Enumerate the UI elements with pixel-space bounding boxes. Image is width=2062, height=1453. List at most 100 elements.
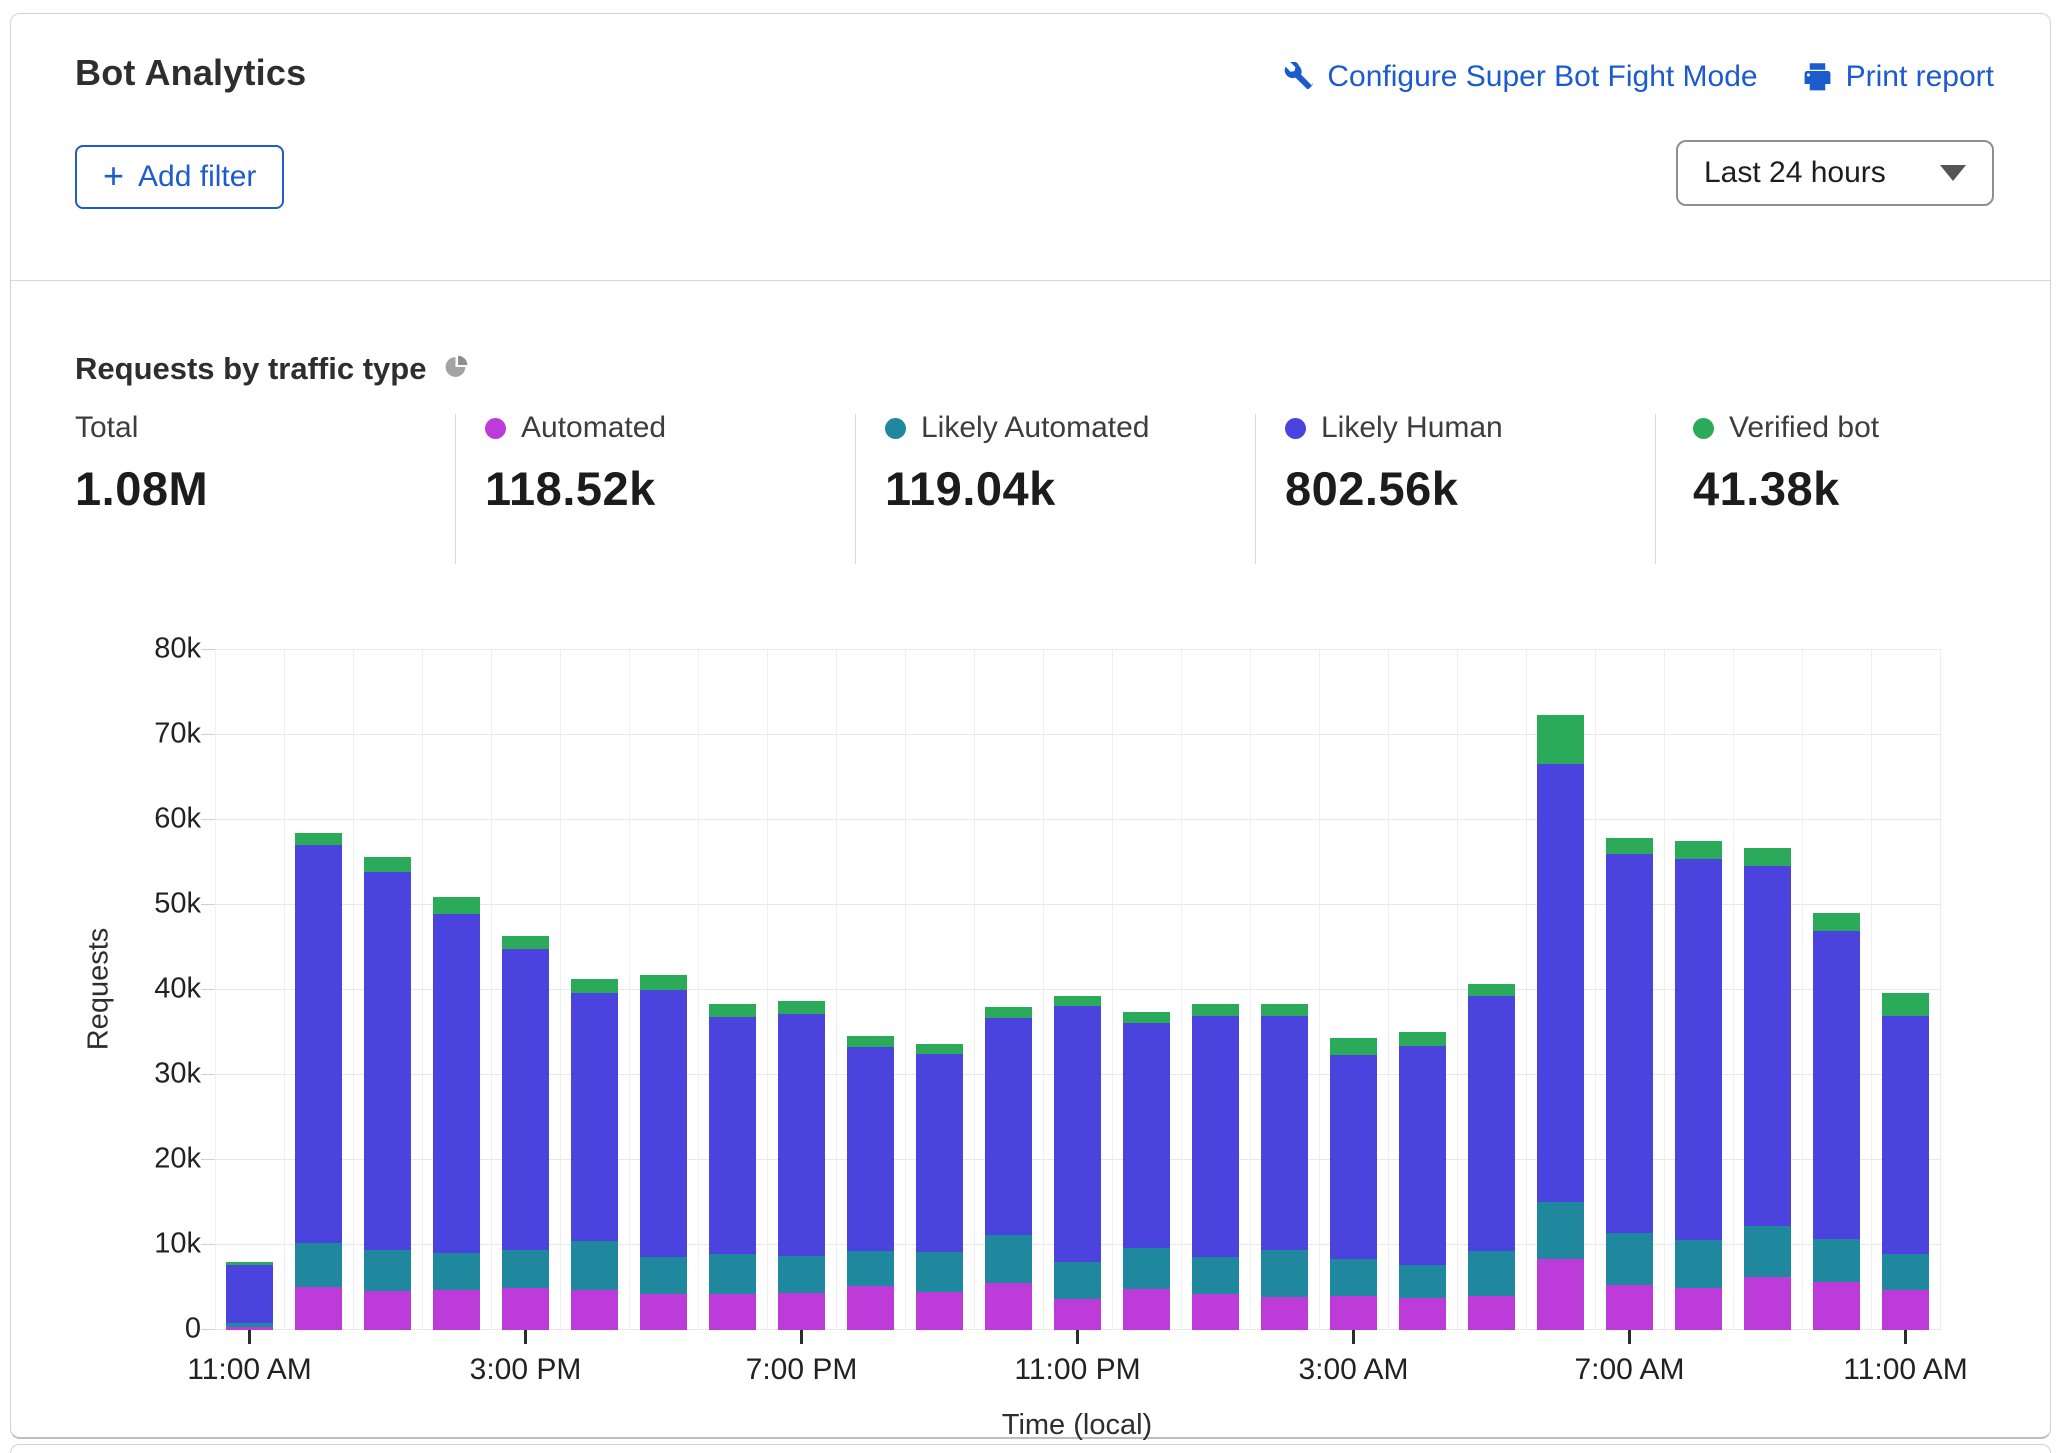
stacked-bar-400pm[interactable] [571, 979, 618, 1330]
segment-automated [1744, 1277, 1791, 1330]
segment-likely-human [295, 845, 342, 1244]
bot-analytics-card: Bot Analytics Configure Super Bot Fight … [10, 13, 2051, 1439]
stacked-bar-500pm[interactable] [640, 975, 687, 1330]
segment-likely-human [985, 1018, 1032, 1235]
segment-likely-human [778, 1014, 825, 1256]
chevron-down-icon [1940, 165, 1966, 181]
stat-divider [1655, 414, 1656, 564]
bar-slot [1526, 650, 1595, 1330]
x-axis-title: Time (local) [1002, 1409, 1152, 1442]
segment-automated [1330, 1296, 1377, 1330]
stacked-bar-1100am[interactable] [226, 1262, 273, 1330]
x-tick-label: 11:00 PM [1014, 1353, 1140, 1387]
time-range-select[interactable]: Last 24 hours [1676, 140, 1994, 206]
y-tick-label: 60k [121, 803, 201, 836]
bar-slot [215, 650, 284, 1330]
x-tick-mark [524, 1330, 527, 1344]
stacked-bar-1200am[interactable] [1123, 1012, 1170, 1330]
y-tick-mark [201, 734, 215, 735]
stacked-bar-700am[interactable] [1606, 838, 1653, 1330]
segment-likely-human [1330, 1055, 1377, 1259]
segment-automated [1054, 1299, 1101, 1330]
segment-likely-human [226, 1265, 273, 1324]
segment-automated [571, 1290, 618, 1330]
stat-value: 802.56k [1285, 461, 1503, 516]
segment-verified-bot [1813, 913, 1860, 931]
stacked-bar-200pm[interactable] [433, 897, 480, 1330]
chart-bars [215, 650, 1940, 1330]
add-filter-button[interactable]: + Add filter [75, 145, 284, 209]
configure-link-label: Configure Super Bot Fight Mode [1327, 60, 1757, 94]
segment-likely-human [1192, 1016, 1239, 1257]
y-tick-label: 40k [121, 973, 201, 1006]
segment-verified-bot [1537, 715, 1584, 764]
stacked-bar-800pm[interactable] [847, 1036, 894, 1330]
segment-likely-human [502, 949, 549, 1250]
y-tick-mark [201, 989, 215, 990]
stacked-bar-200am[interactable] [1261, 1004, 1308, 1330]
segment-automated [1468, 1296, 1515, 1330]
segment-automated [1606, 1285, 1653, 1330]
stacked-bar-900pm[interactable] [916, 1044, 963, 1330]
segment-verified-bot [1606, 838, 1653, 854]
segment-likely-automated [1606, 1233, 1653, 1285]
stacked-bar-1100pm[interactable] [1054, 996, 1101, 1330]
stacked-bar-600pm[interactable] [709, 1004, 756, 1330]
segment-likely-automated [1813, 1239, 1860, 1282]
segment-likely-automated [847, 1251, 894, 1286]
stacked-bar-1000pm[interactable] [985, 1007, 1032, 1330]
segment-likely-human [709, 1017, 756, 1253]
segment-likely-human [1882, 1016, 1929, 1255]
stacked-bar-1100am[interactable] [1882, 993, 1929, 1330]
segment-verified-bot [433, 897, 480, 913]
stacked-bar-1200pm[interactable] [295, 833, 342, 1330]
stacked-bar-800am[interactable] [1675, 841, 1722, 1330]
add-filter-label: Add filter [138, 160, 256, 194]
segment-likely-automated [1882, 1254, 1929, 1290]
segment-likely-human [364, 872, 411, 1250]
stat-likely-automated: Likely Automated119.04k [885, 411, 1149, 516]
page-title: Bot Analytics [75, 52, 306, 94]
x-tick-label: 7:00 PM [746, 1353, 858, 1387]
segment-likely-human [916, 1054, 963, 1252]
x-tick-mark [1352, 1330, 1355, 1344]
segment-automated [1123, 1289, 1170, 1330]
stat-divider [455, 414, 456, 564]
segment-likely-human [1537, 764, 1584, 1202]
stacked-bar-700pm[interactable] [778, 1001, 825, 1330]
stat-automated: Automated118.52k [485, 411, 666, 516]
stacked-bar-400am[interactable] [1399, 1032, 1446, 1330]
y-tick-mark [201, 1074, 215, 1075]
y-axis-title: Requests [83, 928, 116, 1051]
header-links: Configure Super Bot Fight Mode Print rep… [1283, 60, 1994, 94]
y-tick-mark [201, 1159, 215, 1160]
stacked-bar-1000am[interactable] [1813, 913, 1860, 1330]
stacked-bar-300am[interactable] [1330, 1038, 1377, 1330]
stacked-bar-100pm[interactable] [364, 857, 411, 1330]
stacked-bar-600am[interactable] [1537, 715, 1584, 1330]
x-tick-label: 11:00 AM [1843, 1353, 1968, 1387]
next-card-top-edge [10, 1444, 2051, 1453]
chart-plot-area [215, 649, 1941, 1330]
stat-value: 41.38k [1693, 461, 1879, 516]
segment-likely-human [433, 914, 480, 1253]
segment-likely-human [1261, 1016, 1308, 1250]
stacked-bar-100am[interactable] [1192, 1004, 1239, 1330]
segment-likely-automated [1261, 1250, 1308, 1297]
segment-likely-human [1054, 1006, 1101, 1262]
segment-likely-automated [433, 1253, 480, 1290]
print-report-link[interactable]: Print report [1802, 60, 1994, 94]
segment-likely-automated [985, 1235, 1032, 1283]
bar-slot [1871, 650, 1940, 1330]
card-header: Bot Analytics Configure Super Bot Fight … [11, 14, 2050, 281]
segment-likely-human [1468, 996, 1515, 1251]
segment-verified-bot [1192, 1004, 1239, 1015]
segment-automated [916, 1292, 963, 1330]
stacked-bar-300pm[interactable] [502, 936, 549, 1330]
segment-automated [1537, 1259, 1584, 1330]
stacked-bar-900am[interactable] [1744, 848, 1791, 1330]
configure-super-bot-fight-mode-link[interactable]: Configure Super Bot Fight Mode [1283, 60, 1757, 94]
segment-verified-bot [1054, 996, 1101, 1006]
segment-verified-bot [1330, 1038, 1377, 1055]
stacked-bar-500am[interactable] [1468, 984, 1515, 1330]
